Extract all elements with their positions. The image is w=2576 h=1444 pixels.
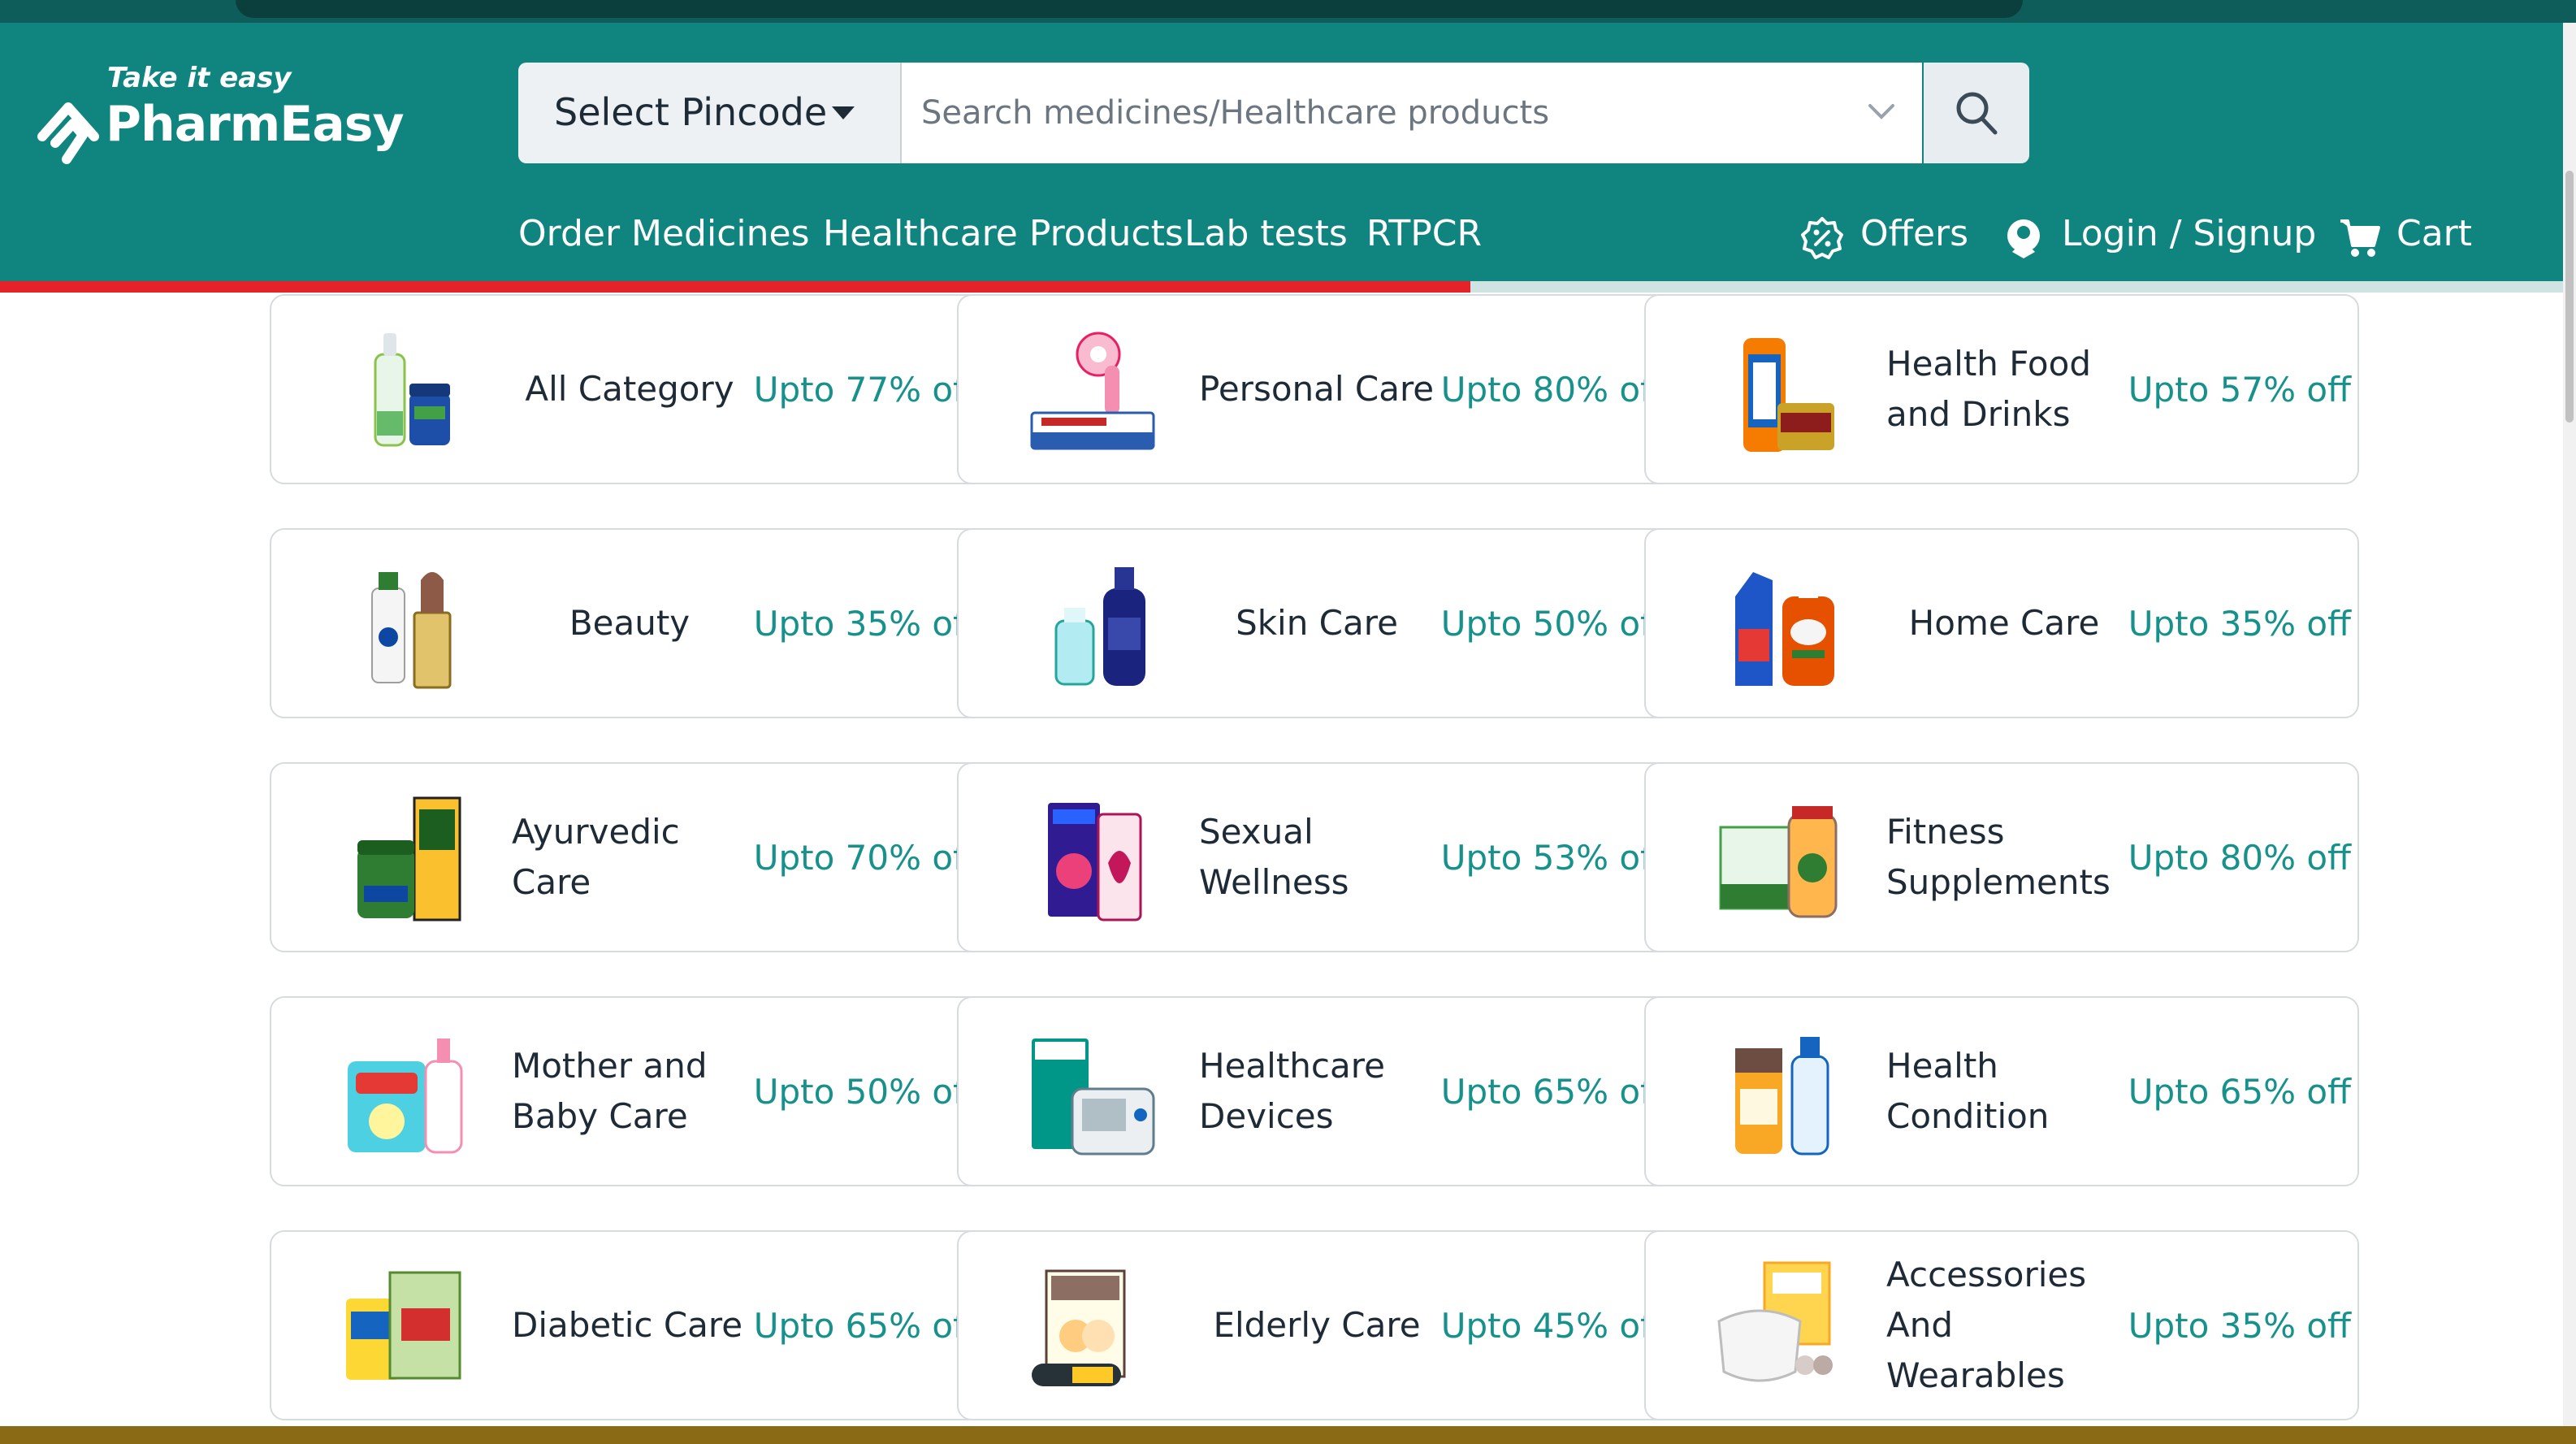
caret-down-icon [832,106,855,119]
category-card[interactable]: Beauty Upto 35% off [270,528,985,718]
category-offer: Upto 53% off [1440,837,1664,878]
category-card[interactable]: Sexual Wellness Upto 53% off [957,762,1672,952]
hair-dryer-toothpaste-icon [1030,332,1155,450]
bp-monitor-icon [1032,1039,1155,1156]
nasal-spray-and-balm-icon [374,333,450,447]
category-card[interactable]: Personal Care Upto 80% off [957,294,1672,484]
search-button[interactable] [1924,63,2029,163]
lipstick-cream-icon [371,572,452,689]
category-name: Ayurvedic Care [512,812,680,902]
category-offer: Upto 35% off [2128,1305,2351,1346]
medicine-bottles-icon [1735,1037,1829,1156]
nav-order-medicines[interactable]: Order Medicines [518,213,810,254]
category-offer: Upto 35% off [2128,603,2351,644]
pincode-label: Select Pincode [554,90,828,134]
diaper-pack-icon [348,1039,463,1154]
category-card[interactable]: Ayurvedic Care Upto 70% off [270,762,985,952]
wellness-pack-icon [1048,803,1142,921]
login-signup-link[interactable]: Login / Signup [2062,213,2316,254]
category-card[interactable]: Healthcare Devices Upto 65% off [957,996,1672,1186]
category-card[interactable]: Accessories And Wearables Upto 35% off [1644,1230,2359,1420]
category-offer: Upto 80% off [1440,369,1664,410]
category-card[interactable]: Skin Care Upto 50% off [957,528,1672,718]
category-offer: Upto 57% off [2128,369,2351,410]
os-taskbar [0,1426,2576,1444]
category-name: Diabetic Care [512,1305,743,1345]
face-mask-icon [1717,1261,1833,1382]
category-card[interactable]: All Category Upto 77% off [270,294,985,484]
category-offer: Upto 35% off [753,603,976,644]
category-card[interactable]: Health Food and Drinks Upto 57% off [1644,294,2359,484]
category-offer: Upto 77% off [753,369,976,410]
cleaner-bottles-icon [1735,572,1834,686]
ayurvedic-box-icon [357,796,461,921]
category-name: Health Food and Drinks [1886,344,2091,434]
brand-name[interactable]: PharmEasy [106,96,405,153]
browser-address-bar[interactable] [236,0,2023,18]
health-drink-jar-icon [1743,338,1834,452]
category-card[interactable]: Home Care Upto 35% off [1644,528,2359,718]
pincode-select[interactable]: Select Pincode [518,63,902,163]
category-name: Sexual Wellness [1199,812,1349,902]
category-offer: Upto 65% off [753,1305,976,1346]
offers-icon[interactable] [1800,216,1844,260]
category-offer: Upto 80% off [2128,837,2351,878]
lotion-bottle-icon [1054,567,1145,686]
supplement-tub-icon [1719,806,1838,918]
category-card[interactable]: Elderly Care Upto 45% off [957,1230,1672,1420]
pharmeasy-logo-icon[interactable] [34,96,102,167]
search-bar: Select Pincode [518,63,2029,163]
category-offer: Upto 65% off [1440,1071,1664,1112]
category-name: Mother and Baby Care [512,1046,708,1136]
nav-rtpcr[interactable]: RTPCR [1366,213,1482,254]
category-name: Healthcare Devices [1199,1046,1385,1136]
chevron-down-icon[interactable] [1864,93,1899,129]
search-input[interactable] [902,63,1922,163]
user-icon[interactable] [2002,216,2046,260]
category-name: Fitness Supplements [1886,812,2111,902]
category-card[interactable]: Health Condition Upto 65% off [1644,996,2359,1186]
header-accent-bar [0,281,1470,293]
browser-top-strip [0,0,2576,23]
category-name: Health Condition [1886,1046,2050,1136]
adult-diaper-icon [1032,1269,1126,1386]
category-offer: Upto 45% off [1440,1305,1664,1346]
category-offer: Upto 65% off [2128,1071,2351,1112]
cart-icon[interactable] [2338,216,2382,260]
offers-link[interactable]: Offers [1860,213,1968,254]
diabetic-food-icon [346,1271,461,1380]
category-name: Skin Care [1236,603,1398,643]
scrollbar-thumb[interactable] [2565,171,2574,423]
search-icon [1956,92,1998,135]
category-name: Accessories And Wearables [1886,1255,2087,1395]
category-card[interactable]: Diabetic Care Upto 65% off [270,1230,985,1420]
category-name: Beauty [569,603,691,643]
category-name: All Category [525,369,734,409]
category-name: Elderly Care [1213,1305,1421,1345]
header-banner-strip [1470,281,2563,293]
cart-link[interactable]: Cart [2396,213,2472,254]
category-name: Home Care [1908,603,2100,643]
tagline: Take it easy [107,62,292,94]
nav-healthcare-products[interactable]: Healthcare Products [823,213,1184,254]
category-offer: Upto 50% off [1440,603,1664,644]
category-offer: Upto 70% off [753,837,976,878]
nav-lab-tests[interactable]: Lab tests [1184,213,1348,254]
category-offer: Upto 50% off [753,1071,976,1112]
category-card[interactable]: Mother and Baby Care Upto 50% off [270,996,985,1186]
category-card[interactable]: Fitness Supplements Upto 80% off [1644,762,2359,952]
category-name: Personal Care [1199,369,1435,409]
